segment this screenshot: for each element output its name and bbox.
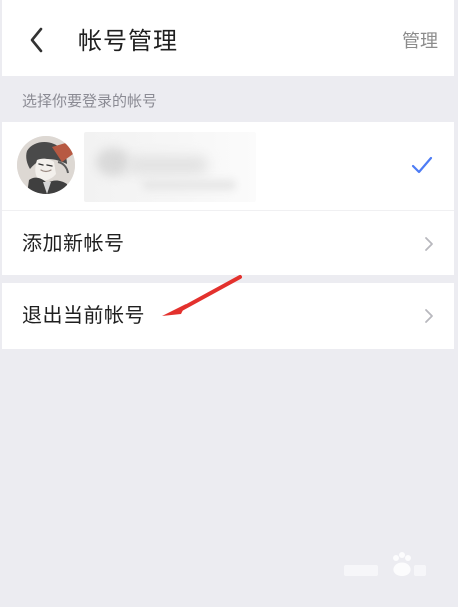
avatar <box>17 136 75 194</box>
blur-shape <box>142 180 236 190</box>
top-bar: 帐号管理 管理 <box>2 0 454 76</box>
logout-current-account-label: 退出当前帐号 <box>22 303 145 327</box>
chevron-right-icon <box>425 309 433 323</box>
baidu-jingyan-watermark <box>344 552 426 576</box>
section-label: 选择你要登录的帐号 <box>22 92 158 110</box>
add-account-row[interactable]: 添加新帐号 <box>2 211 454 275</box>
page-title: 帐号管理 <box>78 27 178 55</box>
logout-current-account-row[interactable]: 退出当前帐号 <box>2 283 454 349</box>
blur-shape <box>126 156 208 174</box>
chevron-right-icon <box>425 237 433 251</box>
blurred-account-name <box>84 132 256 202</box>
avatar-image <box>17 136 75 194</box>
add-account-label: 添加新帐号 <box>22 231 125 255</box>
check-icon <box>411 156 433 174</box>
back-button[interactable] <box>22 22 52 58</box>
manage-button[interactable]: 管理 <box>402 29 438 55</box>
blur-shape <box>96 148 130 176</box>
back-arrow-icon <box>30 27 43 53</box>
account-row-selected[interactable] <box>2 122 454 210</box>
account-management-screen: 帐号管理 管理 选择你要登录的帐号 添加新帐号 退出当前帐号 <box>2 0 454 607</box>
